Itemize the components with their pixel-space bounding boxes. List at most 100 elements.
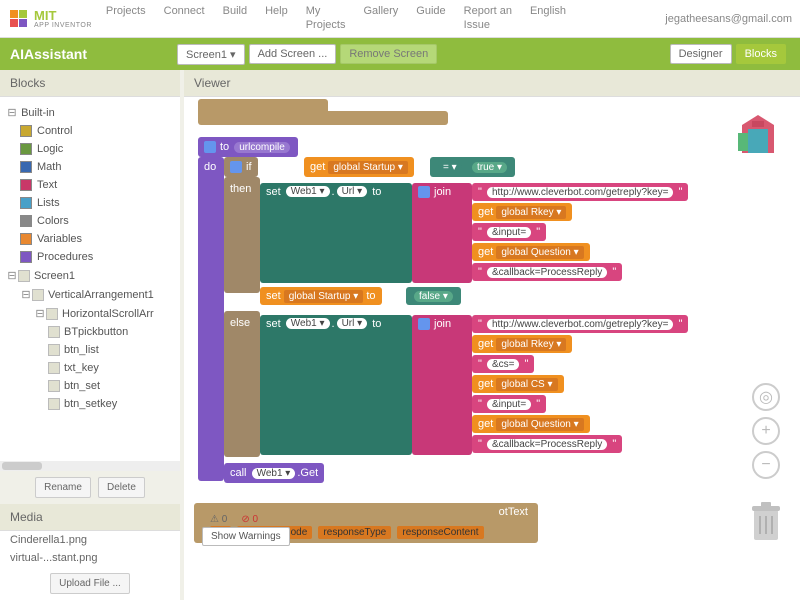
collapse-icon[interactable]: ⊟	[6, 269, 18, 282]
btnsetkey-node[interactable]: btn_setkey	[6, 395, 174, 413]
btnlist-node[interactable]: btn_list	[6, 341, 174, 359]
collapse-icon[interactable]: ⊟	[20, 288, 32, 301]
remove-screen-button[interactable]: Remove Screen	[340, 44, 437, 64]
logo[interactable]: MIT APP INVENTOR	[8, 8, 92, 30]
block-false[interactable]: false ▾	[406, 287, 461, 305]
btnset-node[interactable]: btn_set	[6, 377, 174, 395]
zoom-in-button[interactable]: +	[752, 417, 780, 445]
blocks-button[interactable]: Blocks	[736, 44, 786, 64]
component-icon	[48, 380, 60, 392]
block-text[interactable]: " http://www.cleverbot.com/getreply?key=…	[472, 315, 688, 333]
blocks-canvas[interactable]: to urlcompile do if get global Startup ▾…	[184, 97, 800, 600]
gear-icon[interactable]	[418, 318, 430, 330]
block-text[interactable]: " &input= "	[472, 395, 546, 413]
logo-app: APP INVENTOR	[34, 22, 92, 29]
upload-file-button[interactable]: Upload File ...	[50, 573, 130, 594]
menu-connect[interactable]: Connect	[164, 5, 205, 31]
designer-button[interactable]: Designer	[670, 44, 732, 64]
blocks-panel-header: Blocks	[0, 70, 180, 97]
block-call[interactable]: call Web1 ▾.Get	[224, 463, 324, 483]
warnings-area: ⚠ 0 ⊘ 0 Show Warnings	[202, 514, 290, 546]
media-panel-header: Media	[0, 504, 180, 531]
block-get[interactable]: get global Startup ▾	[304, 157, 414, 177]
menu-gallery[interactable]: Gallery	[363, 5, 398, 31]
builtin-procedures[interactable]: Procedures	[6, 248, 174, 266]
block-do[interactable]: do	[198, 157, 224, 481]
gear-icon[interactable]	[230, 161, 242, 173]
builtin-variables[interactable]: Variables	[6, 230, 174, 248]
backpack-icon[interactable]	[730, 107, 786, 163]
media-panel: Cinderella1.png virtual-...stant.png Upl…	[0, 531, 180, 600]
show-warnings-button[interactable]: Show Warnings	[202, 527, 290, 546]
toolbar: AIAssistant Screen1 ▾ Add Screen ... Rem…	[0, 38, 800, 70]
block-if[interactable]: if	[224, 157, 258, 177]
warning-icon: ⚠ 0	[210, 514, 227, 525]
component-icon	[48, 344, 60, 356]
menu-projects[interactable]: Projects	[106, 5, 146, 31]
menu-english[interactable]: English	[530, 5, 566, 31]
scrollbar-h[interactable]	[0, 461, 180, 471]
viewer-header: Viewer	[184, 70, 800, 97]
block-get[interactable]: get global CS ▾	[472, 375, 564, 393]
builtin-logic[interactable]: Logic	[6, 140, 174, 158]
logo-icon	[8, 8, 30, 30]
trash-icon[interactable]	[750, 502, 782, 542]
block-text[interactable]: " &input= "	[472, 223, 546, 241]
layout-icon	[32, 289, 44, 301]
block-text[interactable]: " &callback=ProcessReply "	[472, 263, 622, 281]
user-email[interactable]: jegatheesans@gmail.com	[665, 13, 792, 25]
block-text[interactable]: " &cs= "	[472, 355, 534, 373]
delete-button[interactable]: Delete	[98, 477, 145, 498]
block-get[interactable]: get global Question ▾	[472, 415, 590, 433]
block-text[interactable]: " http://www.cleverbot.com/getreply?key=…	[472, 183, 688, 201]
builtin-lists[interactable]: Lists	[6, 194, 174, 212]
btpick-node[interactable]: BTpickbutton	[6, 323, 174, 341]
builtin-colors[interactable]: Colors	[6, 212, 174, 230]
menu-help[interactable]: Help	[265, 5, 288, 31]
hsa-node[interactable]: ⊟HorizontalScrollArr	[6, 304, 174, 323]
gear-icon[interactable]	[204, 141, 216, 153]
screen1-node[interactable]: ⊟Screen1	[6, 266, 174, 285]
collapse-icon[interactable]: ⊟	[34, 307, 46, 320]
media-file[interactable]: virtual-...stant.png	[0, 549, 180, 567]
va1-node[interactable]: ⊟VerticalArrangement1	[6, 285, 174, 304]
block-else[interactable]: else	[224, 311, 260, 457]
component-icon	[48, 362, 60, 374]
block-procedure-def[interactable]: to urlcompile	[198, 137, 298, 157]
zoom-out-button[interactable]: −	[752, 451, 780, 479]
rename-button[interactable]: Rename	[35, 477, 91, 498]
menu-build[interactable]: Build	[223, 5, 247, 31]
builtin-text[interactable]: Text	[6, 176, 174, 194]
gear-icon[interactable]	[418, 186, 430, 198]
screen-icon	[18, 270, 30, 282]
block-join[interactable]: join	[412, 315, 472, 455]
block-set-web[interactable]: set Web1 ▾.Url ▾ to	[260, 183, 412, 283]
block-join[interactable]: join	[412, 183, 472, 283]
block-true[interactable]: true ▾	[464, 157, 515, 177]
add-screen-button[interactable]: Add Screen ...	[249, 44, 337, 64]
logo-mit: MIT	[34, 9, 92, 22]
block-set-var[interactable]: set global Startup ▾ to	[260, 287, 382, 305]
block-set-web[interactable]: set Web1 ▾.Url ▾ to	[260, 315, 412, 455]
builtin-math[interactable]: Math	[6, 158, 174, 176]
block-then[interactable]: then	[224, 177, 260, 293]
block-get[interactable]: get global Rkey ▾	[472, 203, 572, 221]
collapse-icon[interactable]: ⊟	[6, 106, 18, 119]
block-text[interactable]: " &callback=ProcessReply "	[472, 435, 622, 453]
block-get[interactable]: get global Question ▾	[472, 243, 590, 261]
txtkey-node[interactable]: txt_key	[6, 359, 174, 377]
component-icon	[48, 326, 60, 338]
component-icon	[48, 398, 60, 410]
menu-guide[interactable]: Guide	[416, 5, 445, 31]
builtin-control[interactable]: Control	[6, 122, 174, 140]
block-get[interactable]: get global Rkey ▾	[472, 335, 572, 353]
blocks-panel: ⊟ Built-in Control Logic Math Text Lists…	[0, 97, 180, 461]
screen-dropdown[interactable]: Screen1 ▾	[177, 44, 245, 65]
center-button[interactable]: ◎	[752, 383, 780, 411]
menu-my-projects[interactable]: My Projects	[306, 5, 346, 31]
layout-icon	[46, 308, 58, 320]
media-file[interactable]: Cinderella1.png	[0, 531, 180, 549]
builtin-node[interactable]: ⊟ Built-in	[6, 103, 174, 122]
block-partial[interactable]	[198, 111, 448, 125]
menu-report[interactable]: Report an Issue	[464, 5, 512, 31]
